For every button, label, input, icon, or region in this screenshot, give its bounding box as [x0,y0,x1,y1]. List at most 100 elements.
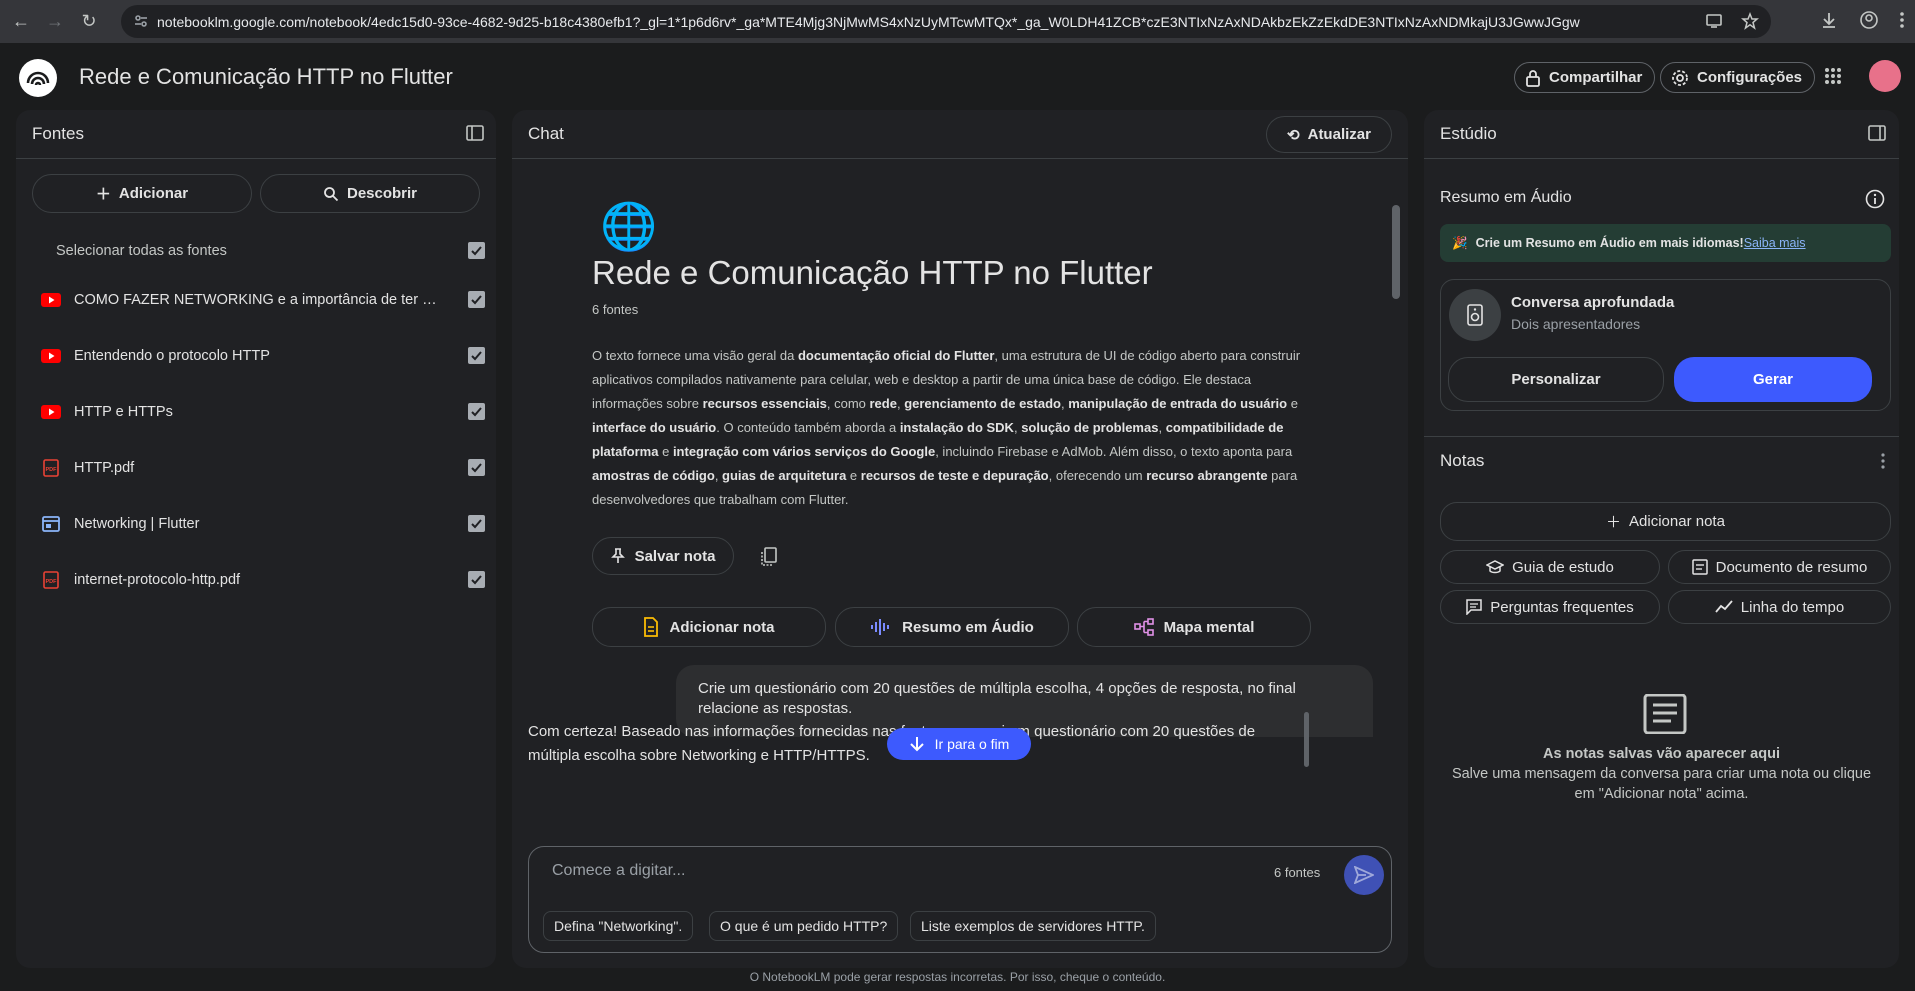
notebook-title[interactable]: Rede e Comunicação HTTP no Flutter [79,64,453,90]
audio-overview-title: Resumo em Áudio [1440,189,1572,206]
summary-text-13: e [846,468,861,483]
timeline-button[interactable]: Linha do tempo [1668,590,1891,624]
suggestion-chip[interactable]: Liste exemplos de servidores HTTP. [910,911,1156,941]
source-label: Entendendo o protocolo HTTP [74,348,270,364]
share-label: Compartilhar [1549,69,1643,86]
apps-grid-icon[interactable] [1824,67,1842,85]
suggestion-chip[interactable]: O que é um pedido HTTP? [709,911,899,941]
source-item[interactable]: Entendendo o protocolo HTTP [40,336,490,376]
faq-button[interactable]: Perguntas frequentes [1440,590,1660,624]
customize-label: Personalizar [1511,371,1601,388]
speaker-icon [1449,289,1501,341]
info-icon[interactable] [1865,189,1885,209]
address-bar[interactable]: notebooklm.google.com/notebook/4edc15d0-… [121,5,1771,38]
arrow-down-icon [909,736,925,752]
copy-icon[interactable] [760,547,778,567]
summary-bold-6: interface do usuário [592,420,717,435]
browser-toolbar: ← → ↻ notebooklm.google.com/notebook/4ed… [0,0,1915,43]
notes-more-icon[interactable] [1880,452,1886,470]
deep-dive-card: Conversa aprofundada Dois apresentadores… [1440,279,1891,411]
graduation-cap-icon [1486,560,1505,574]
browser-menu-icon[interactable] [1899,10,1905,30]
studio-panel: Estúdio Resumo em Áudio 🎉 Crie um Resumo… [1424,110,1899,968]
jump-to-end-button[interactable]: Ir para o fim [887,728,1031,760]
svg-text:PDF: PDF [46,467,58,473]
chat-bubble-icon [1466,599,1483,615]
settings-label: Configurações [1697,69,1803,86]
save-note-button[interactable]: Salvar nota [592,537,734,575]
plus-icon: ＋ [1606,514,1622,531]
source-checkbox[interactable] [468,515,485,532]
pdf-icon: PDF [40,459,62,477]
source-checkbox[interactable] [468,571,485,588]
add-note-button[interactable]: ＋ Adicionar nota [1440,502,1891,541]
back-icon[interactable]: ← [8,9,34,35]
source-item[interactable]: COMO FAZER NETWORKING e a importância de… [40,280,490,320]
customize-button[interactable]: Personalizar [1448,357,1664,402]
avatar[interactable] [1869,60,1901,92]
mind-map-chip-label: Mapa mental [1163,618,1255,636]
url-text: notebooklm.google.com/notebook/4edc15d0-… [157,13,1580,30]
app-header: Rede e Comunicação HTTP no Flutter Compa… [0,43,1915,110]
chat-notebook-title: Rede e Comunicação HTTP no Flutter [592,254,1153,291]
download-icon[interactable] [1819,10,1839,30]
add-source-button[interactable]: ＋ Adicionar [32,174,252,213]
bookmark-star-icon[interactable] [1741,12,1759,30]
summary-bold-2: recursos essenciais [702,396,827,411]
summary-doc-button[interactable]: Documento de resumo [1668,550,1891,584]
notebooklm-logo-icon[interactable] [19,59,57,97]
notebook-summary: O texto fornece uma visão geral da docum… [592,344,1312,512]
generate-button[interactable]: Gerar [1674,357,1872,402]
source-checkbox[interactable] [468,291,485,308]
source-checkbox[interactable] [468,459,485,476]
summary-text-14: , oferecendo um [1048,468,1147,483]
source-item[interactable]: HTTP e HTTPs [40,392,490,432]
youtube-icon [40,291,62,309]
plus-icon: ＋ [95,186,111,203]
summary-bold-3: rede [869,396,897,411]
select-all-checkbox[interactable] [468,242,485,259]
notes-empty-icon [1643,694,1687,734]
settings-button[interactable]: Configurações [1660,62,1816,93]
forward-icon[interactable]: → [42,9,68,35]
youtube-icon [40,403,62,421]
summary-text-11: , incluindo Firebase e AdMob. Além disso… [935,444,1293,459]
study-guide-button[interactable]: Guia de estudo [1440,550,1660,584]
summary-bold-13: recursos de teste e depuração [860,468,1049,483]
select-all-label: Selecionar todas as fontes [56,243,227,259]
collapse-studio-icon[interactable] [1868,124,1886,142]
learn-more-link[interactable]: Saiba mais [1744,236,1806,250]
site-info-icon[interactable] [133,13,149,29]
source-label: internet-protocolo-http.pdf [74,572,241,588]
source-item[interactable]: Networking | Flutter [40,504,490,544]
document-icon [1691,559,1708,575]
discover-label: Descobrir [346,185,418,202]
message-scrollbar[interactable] [1304,712,1309,767]
source-label: HTTP e HTTPs [74,404,173,420]
chat-input[interactable]: Comece a digitar... [552,862,685,880]
source-checkbox[interactable] [468,403,485,420]
source-checkbox[interactable] [468,347,485,364]
divider [1424,436,1899,437]
profile-icon[interactable] [1859,10,1879,30]
mind-map-chip[interactable]: Mapa mental [1077,607,1311,647]
install-icon[interactable] [1705,12,1723,30]
select-all-row[interactable]: Selecionar todas as fontes [40,231,490,271]
timeline-label: Linha do tempo [1740,598,1845,616]
send-button[interactable] [1344,855,1384,895]
chat-panel: Chat ⟲ Atualizar 🌐 Rede e Comunicação HT… [512,110,1408,968]
source-item[interactable]: PDF HTTP.pdf [40,448,490,488]
refresh-label: Atualizar [1307,126,1371,143]
add-note-label: Adicionar nota [1629,513,1725,530]
add-note-chip-label: Adicionar nota [669,618,775,636]
audio-summary-chip[interactable]: Resumo em Áudio [835,607,1069,647]
discover-button[interactable]: Descobrir [260,174,480,213]
source-item[interactable]: PDF internet-protocolo-http.pdf [40,560,490,600]
add-note-chip[interactable]: Adicionar nota [592,607,826,647]
reload-icon[interactable]: ↻ [76,9,102,35]
collapse-panel-icon[interactable] [466,124,484,142]
share-button[interactable]: Compartilhar [1514,62,1656,93]
refresh-button[interactable]: ⟲ Atualizar [1266,116,1392,153]
suggestion-chip[interactable]: Defina "Networking". [543,911,694,941]
chat-scrollbar[interactable] [1392,205,1400,299]
